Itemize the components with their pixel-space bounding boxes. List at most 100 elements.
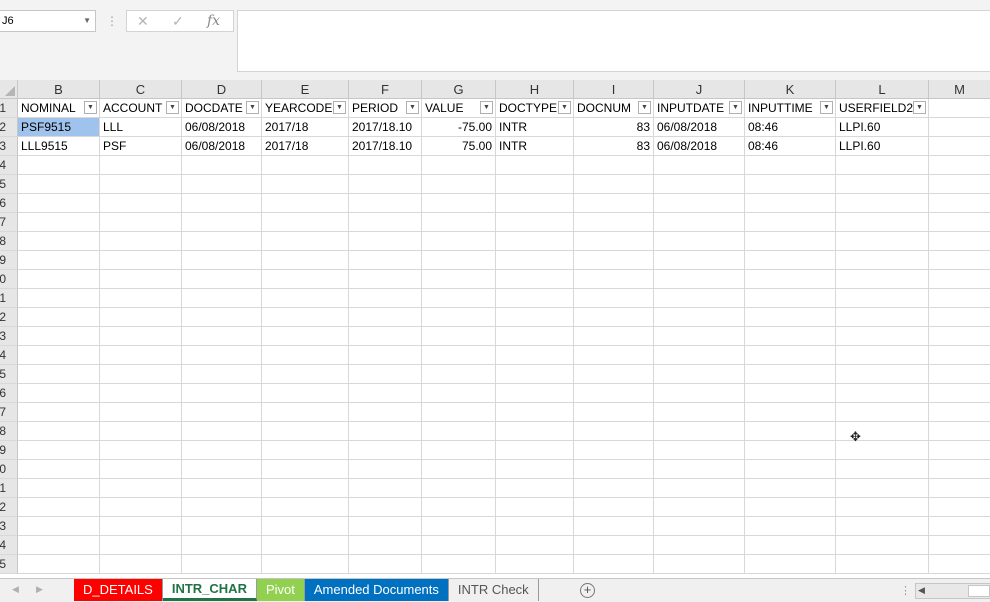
data-cell[interactable]: 06/08/2018 [654,118,745,137]
empty-cell[interactable] [496,308,574,327]
empty-cell[interactable] [422,327,496,346]
header-cell[interactable]: PERIOD ▼ [349,99,422,118]
empty-cell[interactable] [182,213,262,232]
empty-cell[interactable] [262,308,349,327]
horizontal-scrollbar[interactable]: ◀ [915,583,990,599]
empty-cell[interactable] [18,213,100,232]
empty-cell[interactable] [349,555,422,574]
empty-cell[interactable] [929,460,990,479]
empty-cell[interactable] [349,460,422,479]
empty-cell[interactable] [422,441,496,460]
header-cell[interactable]: USERFIELD2 ▼ [836,99,929,118]
data-cell[interactable]: 83 [574,118,654,137]
empty-cell[interactable] [100,498,182,517]
data-cell[interactable]: 2017/18 [262,137,349,156]
empty-cell[interactable] [574,384,654,403]
empty-cell[interactable] [496,441,574,460]
empty-cell[interactable] [836,232,929,251]
column-header-m[interactable]: M [929,80,990,99]
empty-cell[interactable] [349,479,422,498]
empty-cell[interactable] [929,175,990,194]
empty-cell[interactable] [574,555,654,574]
empty-cell[interactable] [745,194,836,213]
empty-cell[interactable] [100,327,182,346]
empty-cell[interactable] [182,289,262,308]
empty-cell[interactable] [654,384,745,403]
empty-cell[interactable] [496,270,574,289]
empty-cell[interactable] [929,156,990,175]
row-header[interactable]: 23 [0,517,18,536]
empty-cell[interactable] [496,156,574,175]
empty-cell[interactable] [929,384,990,403]
empty-cell[interactable] [349,422,422,441]
empty-cell[interactable] [349,232,422,251]
empty-cell[interactable] [745,441,836,460]
data-cell[interactable]: PSF [100,137,182,156]
row-header[interactable]: 11 [0,289,18,308]
empty-cell[interactable] [574,441,654,460]
filter-dropdown-icon[interactable]: ▼ [558,101,571,114]
empty-cell[interactable] [100,441,182,460]
header-cell[interactable]: VALUE ▼ [422,99,496,118]
empty-cell[interactable] [929,422,990,441]
empty-cell[interactable] [574,498,654,517]
empty-cell[interactable] [496,327,574,346]
sheet-tab-pivot[interactable]: Pivot [256,579,305,601]
data-cell[interactable]: 08:46 [745,118,836,137]
empty-cell[interactable] [654,479,745,498]
empty-cell[interactable] [100,517,182,536]
row-header[interactable]: 18 [0,422,18,441]
empty-cell[interactable] [929,251,990,270]
sheet-tab-intr-char[interactable]: INTR_CHAR [162,579,257,601]
empty-cell[interactable] [496,498,574,517]
empty-cell[interactable] [836,460,929,479]
empty-cell[interactable] [422,346,496,365]
empty-cell[interactable] [929,194,990,213]
empty-cell[interactable] [574,156,654,175]
empty-cell[interactable] [262,346,349,365]
empty-cell[interactable] [496,479,574,498]
empty-cell[interactable] [182,194,262,213]
empty-cell[interactable] [349,346,422,365]
empty-cell[interactable] [262,384,349,403]
empty-cell[interactable] [496,555,574,574]
empty-cell[interactable] [262,213,349,232]
empty-cell[interactable] [349,536,422,555]
empty-cell[interactable] [745,384,836,403]
row-header[interactable]: 22 [0,498,18,517]
empty-cell[interactable] [654,232,745,251]
empty-cell[interactable] [422,479,496,498]
empty-cell[interactable] [262,194,349,213]
sheet-tab-intr-check[interactable]: INTR Check [448,579,539,601]
header-cell[interactable]: DOCTYPE ▼ [496,99,574,118]
empty-cell[interactable] [929,365,990,384]
empty-cell[interactable] [836,213,929,232]
empty-cell[interactable] [262,460,349,479]
empty-cell[interactable] [836,175,929,194]
empty-cell[interactable] [100,308,182,327]
empty-cell[interactable] [836,327,929,346]
empty-cell[interactable] [574,460,654,479]
empty-cell[interactable] [422,555,496,574]
empty-cell[interactable] [574,289,654,308]
column-header-b[interactable]: B [18,80,100,99]
empty-cell[interactable] [654,536,745,555]
empty-cell[interactable] [654,270,745,289]
empty-cell[interactable] [262,289,349,308]
empty-cell[interactable] [929,555,990,574]
empty-cell[interactable] [262,517,349,536]
empty-cell[interactable] [262,479,349,498]
empty-cell[interactable] [654,555,745,574]
empty-cell[interactable] [182,365,262,384]
empty-cell[interactable] [496,384,574,403]
empty-cell[interactable] [574,327,654,346]
empty-cell[interactable] [18,289,100,308]
empty-cell[interactable] [100,194,182,213]
filter-dropdown-icon[interactable]: ▼ [913,101,926,114]
sheet-tab-d-details[interactable]: D_DETAILS [74,579,163,601]
empty-cell[interactable] [654,460,745,479]
empty-cell[interactable] [349,194,422,213]
formula-input[interactable] [237,10,990,72]
empty-cell[interactable] [654,213,745,232]
empty-cell[interactable] [18,384,100,403]
